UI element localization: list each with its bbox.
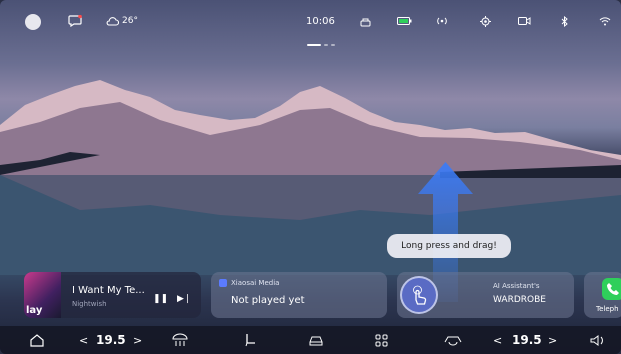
right-temp-down-button[interactable]: < [493, 326, 502, 354]
car-icon[interactable] [308, 326, 324, 354]
hotspot-icon [434, 13, 450, 29]
message-icon [68, 15, 82, 27]
media-source-label: Xiaosai Media [231, 279, 280, 287]
media-status: Not played yet [231, 295, 305, 306]
media-card[interactable]: Xiaosai Media Not played yet [211, 272, 387, 318]
ai-mode: WARDROBE [493, 295, 546, 305]
home-icon[interactable] [30, 326, 44, 354]
battery-icon [396, 13, 412, 29]
pause-button[interactable]: ❚❚ [153, 294, 168, 304]
next-track-button[interactable]: ▶❘ [177, 294, 191, 304]
status-bar: 26° 10:06 [0, 0, 621, 40]
car-lock-icon [359, 13, 371, 29]
air-circulation-icon[interactable] [443, 326, 463, 354]
volume-icon[interactable] [590, 326, 606, 354]
message-icon[interactable] [66, 13, 84, 29]
phone-icon [602, 278, 621, 300]
seat-icon[interactable] [244, 326, 257, 354]
dashcam-icon [517, 13, 531, 29]
artist-name: Nightwish [72, 300, 107, 308]
media-app-icon [219, 279, 227, 287]
wifi-icon [598, 13, 612, 29]
bottom-dock: < 19.5 > < 19.5 > [0, 326, 621, 354]
user-avatar[interactable] [25, 14, 41, 30]
left-temp-up-button[interactable]: > [133, 326, 142, 354]
clock: 10:06 [306, 15, 335, 27]
music-card[interactable]: lay I Want My Te... Nightwish ❚❚ ▶❘ [24, 272, 201, 318]
location-icon [478, 13, 492, 29]
album-cover: lay [24, 272, 61, 318]
page-indicator [307, 44, 335, 46]
car-home-screen: 26° 10:06 Long press and drag! lay I Wan… [0, 0, 621, 354]
drag-hint-tooltip: Long press and drag! [387, 234, 511, 258]
weather-temp: 26° [122, 16, 138, 26]
right-temp-up-button[interactable]: > [548, 326, 557, 354]
cloud-icon [106, 17, 119, 26]
apps-grid-icon[interactable] [375, 326, 388, 354]
left-temperature: 19.5 [96, 333, 126, 347]
song-title: I Want My Te... [72, 285, 145, 296]
right-temperature: 19.5 [512, 333, 542, 347]
weather[interactable]: 26° [105, 13, 138, 29]
bluetooth-icon [559, 13, 571, 29]
cover-text: lay [26, 305, 43, 316]
media-source: Xiaosai Media [219, 279, 279, 287]
ai-label: AI Assistant's [493, 282, 540, 290]
touch-hand-icon [400, 276, 438, 314]
defrost-icon[interactable] [172, 326, 188, 354]
telephone-card[interactable]: Teleph [584, 272, 621, 318]
left-temp-down-button[interactable]: < [79, 326, 88, 354]
phone-label: Teleph [596, 305, 619, 313]
